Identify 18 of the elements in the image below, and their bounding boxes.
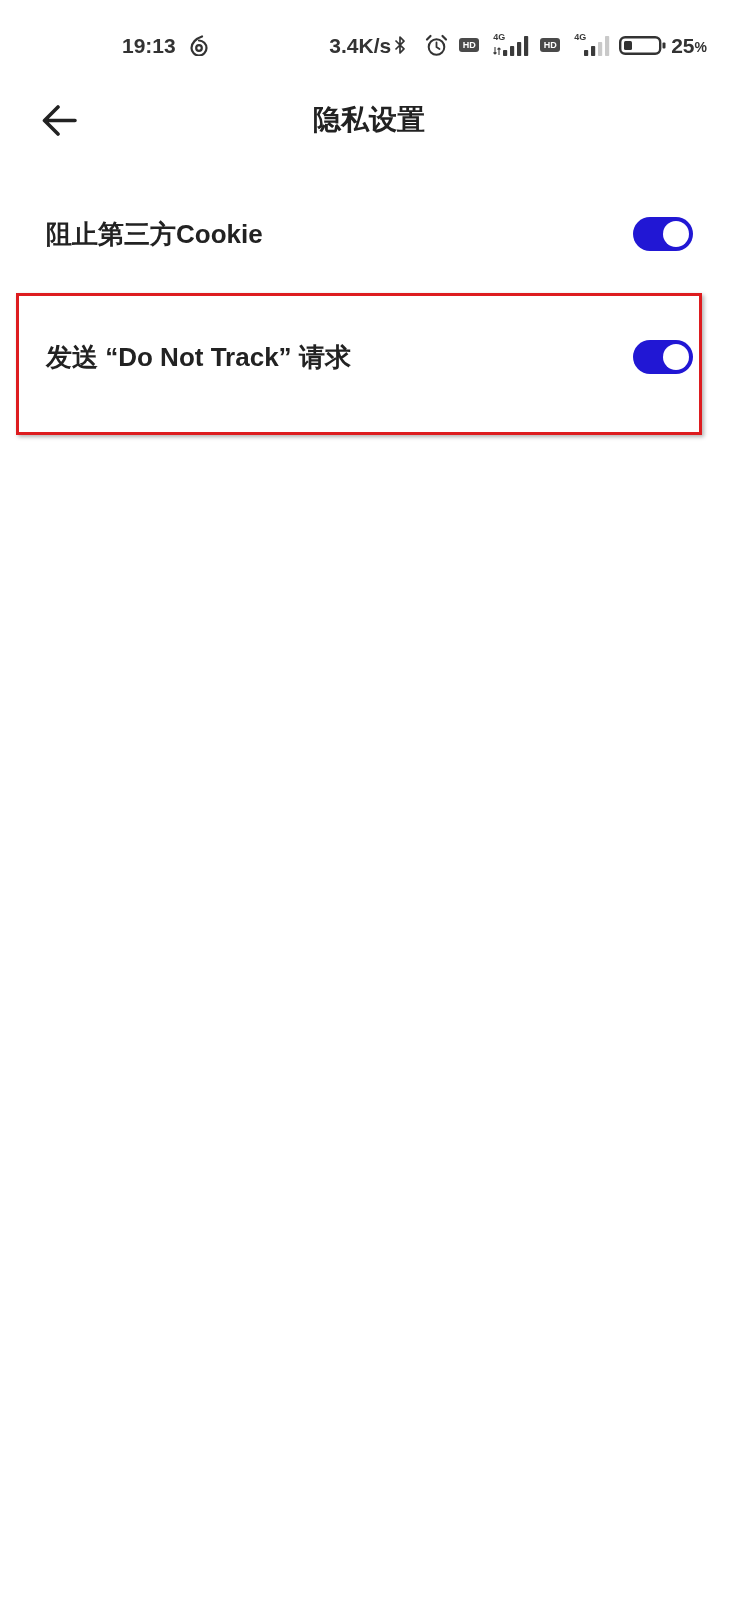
hd-badge: HD: [459, 38, 480, 52]
percent-sign: %: [694, 40, 707, 54]
network-type-label: 4G: [493, 32, 506, 42]
network-type-label: 4G: [574, 32, 587, 42]
alarm-clock-icon: [425, 34, 449, 56]
toggle-switch[interactable]: [633, 217, 693, 251]
toggle-switch[interactable]: [633, 340, 693, 374]
swirl-icon: [189, 34, 208, 56]
network-speed: 3.4K/s: [329, 34, 392, 56]
battery-icon: [619, 35, 667, 55]
clock-time: 19:13: [122, 34, 176, 56]
signal-icon: [503, 35, 530, 56]
bluetooth-icon: [394, 35, 407, 55]
page-title: 隐私设置: [313, 106, 425, 134]
hd-badge: HD: [540, 38, 561, 52]
setting-label: 发送 “Do Not Track” 请求: [46, 344, 351, 370]
setting-label: 阻止第三方Cookie: [46, 221, 263, 247]
battery-percent: 25: [671, 34, 695, 56]
